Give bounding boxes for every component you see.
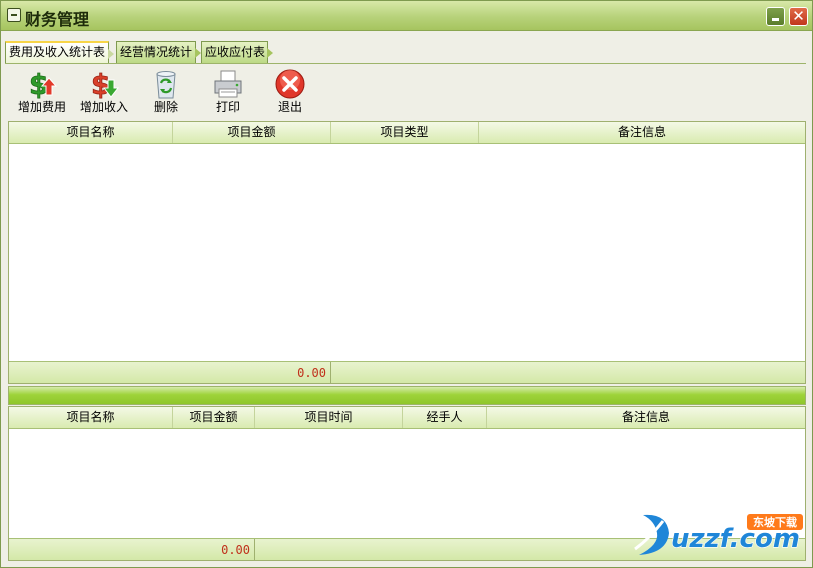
- add-expense-button[interactable]: $ 增加费用: [11, 68, 73, 120]
- uzzf-logo-icon: uzzf.com 东坡下载: [634, 514, 803, 555]
- panel-splitter[interactable]: [8, 386, 806, 405]
- exit-label: 退出: [277, 100, 302, 114]
- column-header-item-type[interactable]: 项目类型: [331, 122, 479, 143]
- column-header-item-amount[interactable]: 项目金额: [173, 122, 331, 143]
- tab-receivable-payable[interactable]: 应收应付表: [201, 41, 273, 63]
- column-header-item-time[interactable]: 项目时间: [255, 407, 403, 428]
- exit-button[interactable]: 退出: [259, 68, 321, 120]
- watermark-logo: uzzf.com 东坡下载: [629, 509, 809, 559]
- delete-label: 删除: [153, 100, 178, 114]
- svg-text:东坡下载: 东坡下载: [753, 515, 797, 529]
- recycle-bin-icon: [156, 71, 176, 99]
- dollar-up-icon: $: [29, 68, 58, 100]
- tab-expense-income[interactable]: 费用及收入统计表: [5, 41, 114, 63]
- column-header-item-name[interactable]: 项目名称: [9, 122, 173, 143]
- close-button[interactable]: ✕: [789, 7, 808, 26]
- add-income-button[interactable]: $ 增加收入: [73, 68, 135, 120]
- grid-header: 项目名称 项目金额 项目时间 经手人 备注信息: [9, 407, 805, 429]
- title-bar[interactable]: 财务管理 ✕: [1, 1, 812, 31]
- column-header-item-amount[interactable]: 项目金额: [173, 407, 255, 428]
- main-window: 财务管理 ✕ 费用及收入统计表 经营情况统计 应收应付表 $ 增加费用 $ 增加…: [0, 0, 813, 568]
- amount-total: 0.00: [173, 362, 331, 383]
- column-header-handler[interactable]: 经手人: [403, 407, 487, 428]
- minimize-button[interactable]: [766, 7, 785, 26]
- grid-header: 项目名称 项目金额 项目类型 备注信息: [9, 122, 805, 144]
- exit-icon: [275, 69, 305, 99]
- amount-total: 0.00: [173, 539, 255, 560]
- toolbar: $ 增加费用 $ 增加收入 删除 打印 退出: [5, 63, 806, 119]
- delete-button[interactable]: 删除: [135, 68, 197, 120]
- printer-icon: [214, 70, 242, 98]
- add-expense-label: 增加费用: [17, 100, 66, 114]
- grid-footer: 0.00: [9, 361, 805, 383]
- expense-income-grid[interactable]: 项目名称 项目金额 项目类型 备注信息 0.00: [8, 121, 806, 384]
- add-income-label: 增加收入: [79, 100, 128, 114]
- dollar-down-icon: $: [91, 68, 120, 100]
- column-header-remarks[interactable]: 备注信息: [487, 407, 805, 428]
- column-header-item-name[interactable]: 项目名称: [9, 407, 173, 428]
- window-title: 财务管理: [25, 10, 90, 29]
- print-label: 打印: [215, 100, 240, 114]
- column-header-remarks[interactable]: 备注信息: [479, 122, 805, 143]
- print-button[interactable]: 打印: [197, 68, 259, 120]
- tab-operation-stats[interactable]: 经营情况统计: [116, 41, 201, 63]
- system-menu-icon[interactable]: [7, 8, 21, 22]
